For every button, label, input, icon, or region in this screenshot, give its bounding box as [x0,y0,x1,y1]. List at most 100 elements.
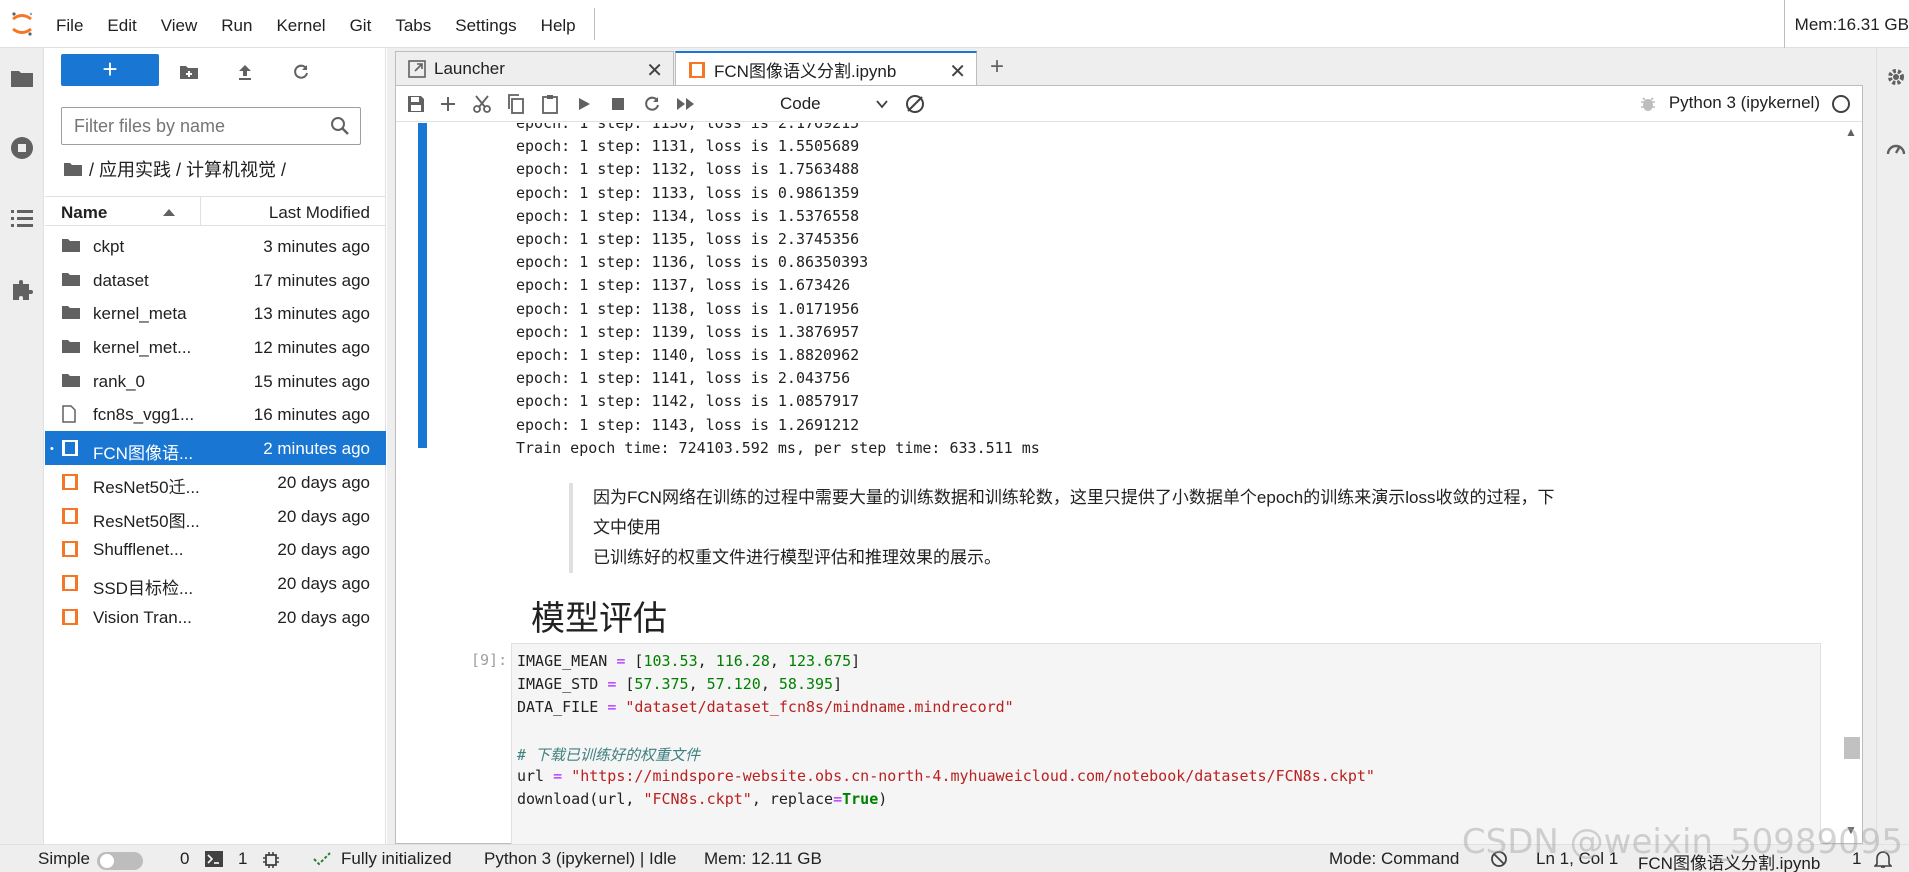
menu-edit[interactable]: Edit [95,0,148,48]
memory-usage: Mem: 12.11 GB [704,849,822,868]
new-folder-icon[interactable] [177,60,201,84]
column-name-header[interactable]: Name [61,203,107,223]
output-line: epoch: 1 step: 1138, loss is 1.0171956 [516,299,860,318]
debugger-gauge-icon[interactable] [1885,138,1907,165]
menu-view[interactable]: View [149,0,210,48]
file-row[interactable]: • FCN图像语... 2 minutes ago [45,431,386,465]
file-list: ckpt 3 minutes ago dataset 17 minutes ago ke… [45,229,386,633]
notebook-scrollbar[interactable]: ▲ ▼ [1842,123,1860,844]
file-row[interactable]: kernel_meta 13 minutes ago [45,296,386,330]
file-row[interactable]: kernel_met... 12 minutes ago [45,330,386,364]
terminal-icon[interactable] [205,851,223,872]
file-filter-input[interactable] [62,108,312,144]
tab-launcher[interactable]: Launcher ✕ [395,51,674,85]
refresh-icon[interactable] [289,60,313,84]
file-row[interactable]: ckpt 3 minutes ago [45,229,386,263]
blockquote-line: 已训练好的权重文件进行模型评估和推理效果的展示。 [593,548,1001,567]
upload-icon[interactable] [233,60,257,84]
code-cell-editor[interactable]: IMAGE_MEAN = [103.53, 116.28, 123.675] I… [511,643,1821,844]
insert-cell-icon[interactable] [436,92,460,116]
menu-settings[interactable]: Settings [443,0,528,48]
file-row[interactable]: SSD目标检... 20 days ago [45,566,386,600]
file-row[interactable]: ResNet50图... 20 days ago [45,499,386,533]
open-indicator-icon: • [50,443,54,456]
tab-notebook[interactable]: FCN图像语义分割.ipynb ✕ [675,51,977,86]
stop-icon[interactable] [606,92,630,116]
file-modified: 15 minutes ago [253,371,370,391]
close-icon[interactable]: ✕ [646,58,663,83]
kernel-status-text[interactable]: Python 3 (ipykernel) | Idle [484,849,676,869]
file-name: Vision Tran... [93,607,192,627]
editor-mode: Mode: Command [1329,849,1460,868]
file-name: dataset [93,270,149,290]
debugger-icon[interactable] [1639,94,1657,119]
sort-ascending-icon [163,209,175,216]
file-row[interactable]: Shufflenet... 20 days ago [45,532,386,566]
table-of-contents-icon[interactable] [8,204,36,232]
folder-icon[interactable] [8,64,36,92]
menu-run[interactable]: Run [209,0,264,48]
file-name: ResNet50图... [93,511,200,531]
close-icon[interactable]: ✕ [949,59,966,84]
blockquote-line: 因为FCN网络在训练的过程中需要大量的训练数据和训练轮数，这里只提供了小数据单个… [593,488,1555,537]
run-icon[interactable] [572,92,596,116]
menu-tabs[interactable]: Tabs [383,0,443,48]
markdown-blockquote: 因为FCN网络在训练的过程中需要大量的训练数据和训练轮数，这里只提供了小数据单个… [569,483,1569,573]
watermark: CSDN @weixin_50989095 [1461,822,1903,862]
folder-icon [61,271,81,289]
output-line: epoch: 1 step: 1141, loss is 2.043756 [516,369,851,388]
new-tab-button[interactable]: + [982,53,1012,83]
extensions-puzzle-icon[interactable] [8,276,36,304]
file-row[interactable]: ResNet50迁... 20 days ago [45,465,386,499]
menu-file[interactable]: File [44,0,95,48]
scroll-up-icon[interactable]: ▲ [1845,125,1857,139]
notebook-icon [61,473,81,491]
search-icon[interactable] [330,116,350,141]
file-row[interactable]: Vision Tran... 20 days ago [45,600,386,634]
paste-icon[interactable] [538,92,562,116]
git-status-icon[interactable] [312,851,332,872]
run-all-icon[interactable] [674,92,698,116]
save-icon[interactable] [404,92,428,116]
git-diff-icon[interactable] [903,92,927,116]
breadcrumb-path[interactable]: / 应用实践 / 计算机视觉 / [89,156,286,182]
column-modified-header[interactable]: Last Modified [269,203,370,223]
property-inspector-gear-icon[interactable] [1885,66,1907,93]
scrollbar-thumb[interactable] [1844,737,1860,759]
menu-help[interactable]: Help [529,0,588,48]
cut-icon[interactable] [470,92,494,116]
file-modified: 12 minutes ago [253,338,370,358]
output-line: epoch: 1 step: 1140, loss is 1.8820962 [516,346,860,364]
simple-mode-toggle[interactable] [97,852,143,870]
code-line: IMAGE_MEAN = [103.53, 116.28, 123.675] [517,652,861,670]
file-name: kernel_met... [93,338,192,358]
code-line: download(url, "FCN8s.ckpt", replace=True… [517,790,888,808]
kernel-count[interactable]: 1 [238,849,247,869]
file-row[interactable]: rank_0 15 minutes ago [45,364,386,398]
breadcrumb: / 应用实践 / 计算机视觉 / [63,156,286,182]
file-row[interactable]: fcn8s_vgg1... 16 minutes ago [45,397,386,431]
file-row[interactable]: dataset 17 minutes ago [45,263,386,297]
active-cell-indicator[interactable] [418,123,427,448]
restart-icon[interactable] [640,92,664,116]
copy-icon[interactable] [504,92,528,116]
chip-icon[interactable] [262,851,280,872]
file-modified: 16 minutes ago [253,405,370,425]
new-launcher-button[interactable]: + [61,54,159,86]
terminal-count[interactable]: 0 [180,849,189,869]
cell-type-dropdown[interactable]: Code [780,92,890,116]
code-comment: # 下载已训练好的权重文件 [517,746,701,764]
output-line: epoch: 1 step: 1132, loss is 1.7563488 [516,160,860,179]
column-divider[interactable] [200,197,201,225]
menu-divider [593,7,595,40]
breadcrumb-folder-icon[interactable] [63,161,83,177]
menu-git[interactable]: Git [338,0,384,48]
menubar: File Edit View Run Kernel Git Tabs Setti… [0,0,1909,48]
kernel-name[interactable]: Python 3 (ipykernel) [1669,93,1820,113]
file-browser-toolbar: + [45,48,386,96]
tab-bar: Launcher ✕ FCN图像语义分割.ipynb ✕ + [387,48,1876,86]
file-name: rank_0 [93,371,145,391]
menu-kernel[interactable]: Kernel [264,0,337,48]
notebook-icon [61,540,81,558]
running-kernels-icon[interactable] [8,134,36,162]
